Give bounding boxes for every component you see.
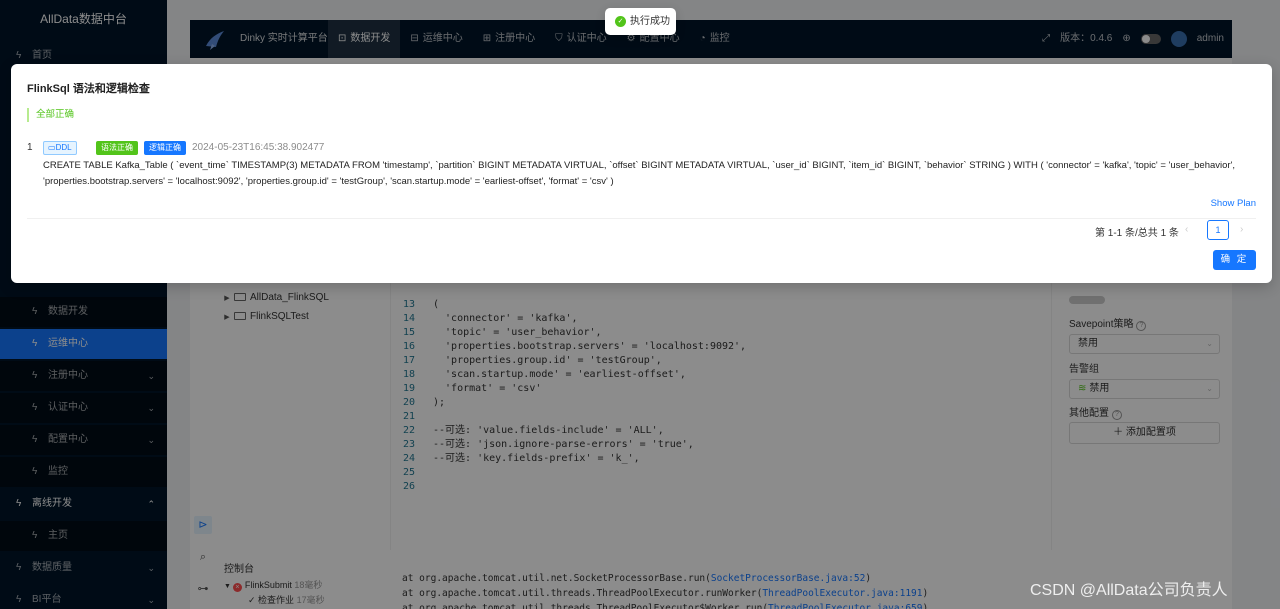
syntax-ok-tag: 语法正确 [96,141,138,155]
logic-ok-tag: 逻辑正确 [144,141,186,155]
confirm-button[interactable]: 确 定 [1213,250,1256,270]
divider [27,218,1256,219]
check-timestamp: 2024-05-23T16:45:38.902477 [192,142,325,153]
checked-sql-line: CREATE TABLE Kafka_Table ( `event_time` … [43,160,1236,171]
pagination-total: 第 1-1 条/总共 1 条 [1095,228,1179,239]
ddl-tag: ▭DDL [43,141,77,155]
sql-check-modal: FlinkSql 语法和逻辑检查 全部正确 1 ▭DDL 语法正确 逻辑正确 2… [11,64,1272,283]
message-icon: ▭ [48,143,56,152]
check-circle-icon: ✓ [615,16,626,27]
modal-title: FlinkSql 语法和逻辑检查 [27,83,150,95]
check-result-alert: 全部正确 [27,108,74,122]
result-index: 1 [27,142,33,153]
pagination-page[interactable]: 1 [1207,220,1229,240]
checked-sql: CREATE TABLE Kafka_Table ( `event_time` … [43,158,1261,190]
watermark: CSDN @AllData公司负责人 [1030,582,1228,599]
show-plan-link[interactable]: Show Plan [1211,198,1256,209]
success-toast: ✓ 执行成功 [605,8,676,35]
chevron-left-icon[interactable]: ‹ [1185,224,1188,235]
checked-sql-line: 'properties.bootstrap.servers' = 'localh… [43,176,614,187]
chevron-right-icon[interactable]: › [1240,224,1243,235]
